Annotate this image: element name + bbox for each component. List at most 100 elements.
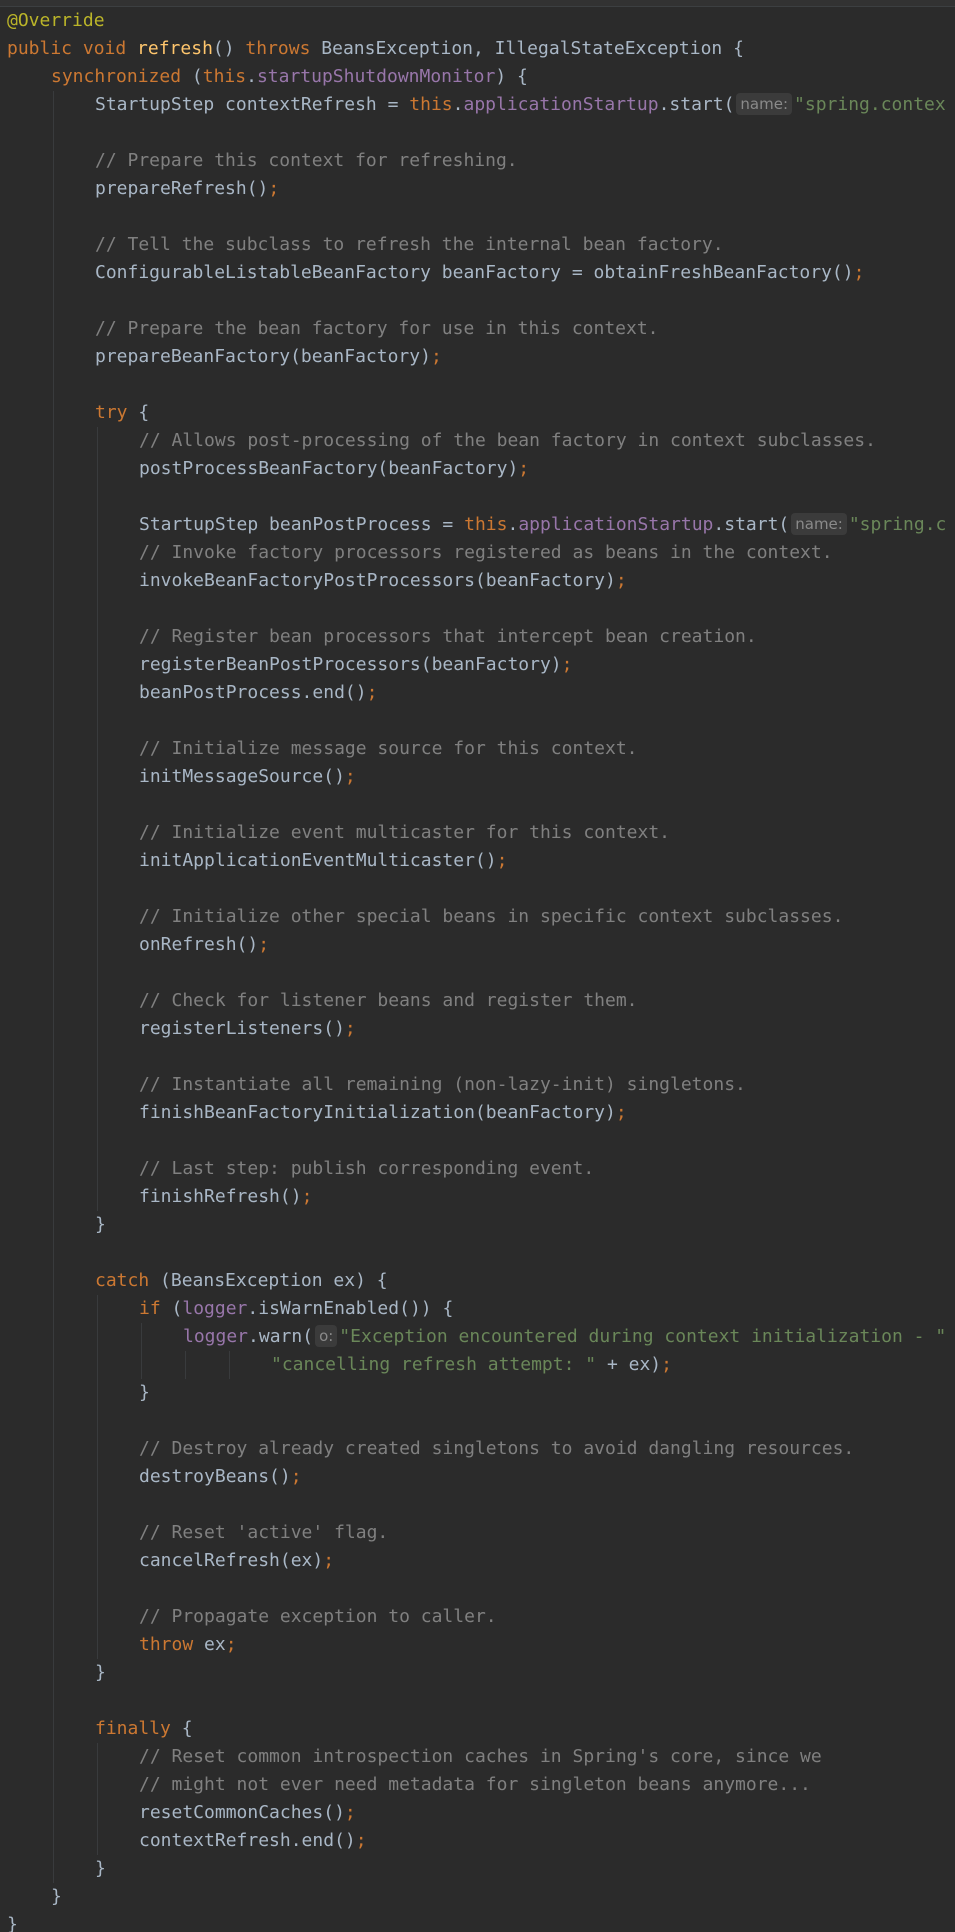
code-line[interactable] <box>0 203 955 231</box>
code-line[interactable]: // Instantiate all remaining (non-lazy-i… <box>0 1071 955 1099</box>
code-line[interactable]: beanPostProcess.end(); <box>0 679 955 707</box>
code-token: invokeBeanFactoryPostProcessors(beanFact… <box>139 570 616 591</box>
code-line[interactable] <box>0 1491 955 1519</box>
code-line[interactable]: resetCommonCaches(); <box>0 1799 955 1827</box>
code-editor[interactable]: @Override public void refresh() throws Be… <box>0 0 955 1932</box>
code-line[interactable]: prepareBeanFactory(beanFactory); <box>0 343 955 371</box>
code-line[interactable] <box>0 1043 955 1071</box>
code-line[interactable] <box>0 1127 955 1155</box>
code-line[interactable]: // Prepare the bean factory for use in t… <box>0 315 955 343</box>
code-line[interactable]: // Allows post-processing of the bean fa… <box>0 427 955 455</box>
code-line[interactable]: destroyBeans(); <box>0 1463 955 1491</box>
code-line[interactable] <box>0 1407 955 1435</box>
code-line[interactable]: registerBeanPostProcessors(beanFactory); <box>0 651 955 679</box>
code-token: registerListeners() <box>139 1018 345 1039</box>
code-line[interactable]: // Invoke factory processors registered … <box>0 539 955 567</box>
code-line[interactable] <box>0 707 955 735</box>
code-line[interactable]: // Last step: publish corresponding even… <box>0 1155 955 1183</box>
code-line[interactable]: StartupStep contextRefresh = this.applic… <box>0 91 955 119</box>
code-token: ; <box>225 1634 237 1655</box>
code-line[interactable] <box>0 1575 955 1603</box>
code-line[interactable]: // Initialize event multicaster for this… <box>0 819 955 847</box>
code-line[interactable]: // Prepare this context for refreshing. <box>0 147 955 175</box>
code-token: finally <box>95 1718 182 1739</box>
code-token: ; <box>355 1830 367 1851</box>
code-line[interactable] <box>0 875 955 903</box>
code-line[interactable]: // Register bean processors that interce… <box>0 623 955 651</box>
code-line[interactable]: // Tell the subclass to refresh the inte… <box>0 231 955 259</box>
code-token: .warn( <box>248 1326 314 1347</box>
code-line[interactable]: contextRefresh.end(); <box>0 1827 955 1855</box>
code-line[interactable] <box>0 959 955 987</box>
code-token: ; <box>344 1802 356 1823</box>
code-token: public void <box>7 38 138 59</box>
code-line[interactable]: // Destroy already created singletons to… <box>0 1435 955 1463</box>
code-line[interactable]: finishBeanFactoryInitialization(beanFact… <box>0 1099 955 1127</box>
code-line[interactable]: onRefresh(); <box>0 931 955 959</box>
code-line[interactable]: prepareRefresh(); <box>0 175 955 203</box>
code-token: ; <box>496 850 508 871</box>
code-token: } <box>95 1214 106 1235</box>
code-line[interactable] <box>0 119 955 147</box>
code-line[interactable]: initApplicationEventMulticaster(); <box>0 847 955 875</box>
code-line[interactable]: ConfigurableListableBeanFactory beanFact… <box>0 259 955 287</box>
code-token: } <box>139 1382 150 1403</box>
code-token: ) { <box>495 66 528 87</box>
code-line[interactable]: synchronized (this.startupShutdownMonito… <box>0 63 955 91</box>
code-line[interactable]: } <box>0 1211 955 1239</box>
code-line[interactable]: // Reset 'active' flag. <box>0 1519 955 1547</box>
code-token: . <box>246 66 257 87</box>
code-token: destroyBeans() <box>139 1466 291 1487</box>
code-token: ConfigurableListableBeanFactory beanFact… <box>95 262 854 283</box>
code-line[interactable] <box>0 595 955 623</box>
code-line[interactable]: "cancelling refresh attempt: " + ex); <box>0 1351 955 1379</box>
code-token: } <box>7 1914 18 1932</box>
code-token: // Last step: publish corresponding even… <box>139 1158 595 1179</box>
code-token: { <box>138 402 150 423</box>
code-line[interactable]: StartupStep beanPostProcess = this.appli… <box>0 511 955 539</box>
code-line[interactable]: finishRefresh(); <box>0 1183 955 1211</box>
code-line[interactable]: finally { <box>0 1715 955 1743</box>
code-token: registerBeanPostProcessors(beanFactory) <box>139 654 562 675</box>
code-token: finishRefresh() <box>139 1186 302 1207</box>
code-area[interactable]: @Override public void refresh() throws Be… <box>0 7 955 1932</box>
code-line[interactable]: invokeBeanFactoryPostProcessors(beanFact… <box>0 567 955 595</box>
code-line[interactable]: // might not ever need metadata for sing… <box>0 1771 955 1799</box>
code-line[interactable]: logger.warn(o: "Exception encountered dur… <box>0 1323 955 1351</box>
code-line[interactable] <box>0 1687 955 1715</box>
code-line[interactable]: public void refresh() throws BeansExcept… <box>0 35 955 63</box>
code-token: ; <box>258 934 270 955</box>
code-line[interactable]: } <box>0 1379 955 1407</box>
code-token: cancelRefresh(ex) <box>139 1550 324 1571</box>
code-token: // Initialize event multicaster for this… <box>139 822 671 843</box>
code-line[interactable]: throw ex; <box>0 1631 955 1659</box>
code-line[interactable]: } <box>0 1855 955 1883</box>
code-line[interactable] <box>0 287 955 315</box>
code-token: // Instantiate all remaining (non-lazy-i… <box>139 1074 746 1095</box>
code-line[interactable]: } <box>0 1911 955 1932</box>
code-line[interactable]: @Override <box>0 7 955 35</box>
code-line[interactable]: // Initialize message source for this co… <box>0 735 955 763</box>
indent-guide <box>53 91 54 1883</box>
code-token: initMessageSource() <box>139 766 345 787</box>
code-line[interactable]: registerListeners(); <box>0 1015 955 1043</box>
code-line[interactable]: // Initialize other special beans in spe… <box>0 903 955 931</box>
code-line[interactable] <box>0 791 955 819</box>
code-line[interactable]: initMessageSource(); <box>0 763 955 791</box>
code-token: () <box>212 38 246 59</box>
code-line[interactable]: cancelRefresh(ex); <box>0 1547 955 1575</box>
code-line[interactable]: try { <box>0 399 955 427</box>
code-line[interactable]: // Reset common introspection caches in … <box>0 1743 955 1771</box>
code-line[interactable]: } <box>0 1659 955 1687</box>
code-token: logger <box>182 1298 248 1319</box>
code-line[interactable] <box>0 1239 955 1267</box>
code-line[interactable]: // Check for listener beans and register… <box>0 987 955 1015</box>
code-line[interactable] <box>0 371 955 399</box>
code-token: catch <box>95 1270 161 1291</box>
code-line[interactable]: } <box>0 1883 955 1911</box>
code-line[interactable]: catch (BeansException ex) { <box>0 1267 955 1295</box>
code-line[interactable]: // Propagate exception to caller. <box>0 1603 955 1631</box>
code-line[interactable]: if (logger.isWarnEnabled()) { <box>0 1295 955 1323</box>
code-line[interactable] <box>0 483 955 511</box>
code-line[interactable]: postProcessBeanFactory(beanFactory); <box>0 455 955 483</box>
